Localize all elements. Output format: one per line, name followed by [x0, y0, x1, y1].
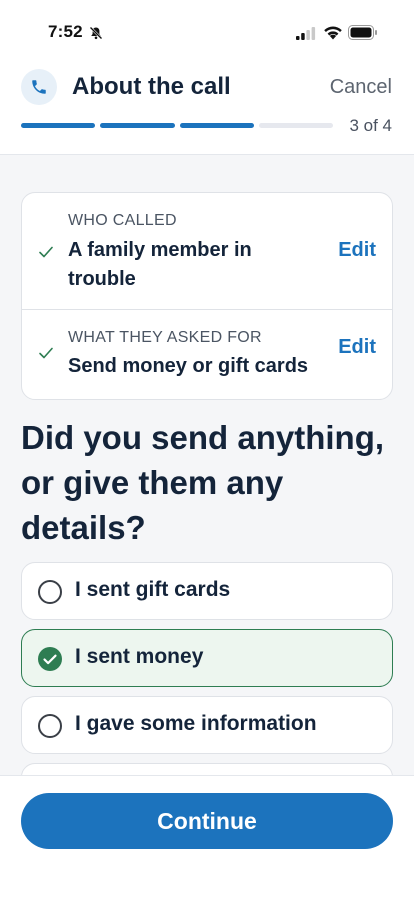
option-sent-money[interactable]: I sent money — [21, 629, 393, 687]
checkmark-icon — [39, 347, 53, 359]
radio-unchecked-icon[interactable] — [38, 580, 62, 604]
status-time: 7:52 — [48, 22, 83, 41]
radio-unchecked-icon[interactable] — [38, 714, 62, 738]
header: About the call Cancel 3 of 4 — [0, 62, 414, 155]
radio-checked-icon[interactable] — [38, 647, 62, 671]
cancel-button[interactable]: Cancel — [330, 76, 392, 99]
screen: 7:52 About the call Cancel 3 of 4 WHO CA… — [0, 0, 414, 900]
progress-bar — [21, 123, 333, 128]
summary-row-who-called: WHO CALLED A family member in trouble Ed… — [22, 193, 392, 310]
question-heading: Did you send anything, or give them any … — [21, 419, 385, 546]
step-counter: 3 of 4 — [349, 116, 392, 135]
progress-segment — [100, 123, 175, 128]
option-label: I gave some information — [75, 712, 317, 735]
option-gave-information[interactable]: I gave some information — [21, 696, 393, 754]
status-bar: 7:52 — [0, 0, 414, 62]
cellular-signal-icon — [296, 27, 316, 40]
summary-row-what-asked: WHAT THEY ASKED FOR Send money or gift c… — [22, 310, 392, 400]
phone-icon — [32, 80, 46, 94]
wifi-icon — [324, 26, 342, 40]
bell-slash-icon — [89, 26, 103, 40]
phone-badge — [21, 69, 57, 105]
summary-label: WHAT THEY ASKED FOR — [68, 329, 262, 346]
option-sent-gift-cards[interactable]: I sent gift cards — [21, 562, 393, 620]
checkmark-icon — [39, 246, 53, 258]
continue-button[interactable]: Continue — [21, 793, 393, 849]
option-label: I sent gift cards — [75, 578, 231, 601]
option-label: I sent money — [75, 645, 204, 668]
page-title: About the call — [72, 73, 231, 100]
progress-segment — [179, 123, 254, 128]
battery-icon — [348, 25, 377, 40]
progress-segment — [21, 123, 96, 128]
edit-what-asked-button[interactable]: Edit — [338, 336, 376, 359]
summary-label: WHO CALLED — [68, 212, 177, 229]
main-content[interactable]: WHO CALLED A family member in trouble Ed… — [0, 155, 414, 821]
edit-who-called-button[interactable]: Edit — [338, 239, 376, 262]
summary-value: A family member in trouble — [68, 239, 252, 290]
answers-summary-card: WHO CALLED A family member in trouble Ed… — [21, 192, 393, 400]
summary-value: Send money or gift cards — [68, 355, 309, 377]
progress-segment — [258, 123, 333, 128]
footer: Continue — [0, 775, 414, 900]
